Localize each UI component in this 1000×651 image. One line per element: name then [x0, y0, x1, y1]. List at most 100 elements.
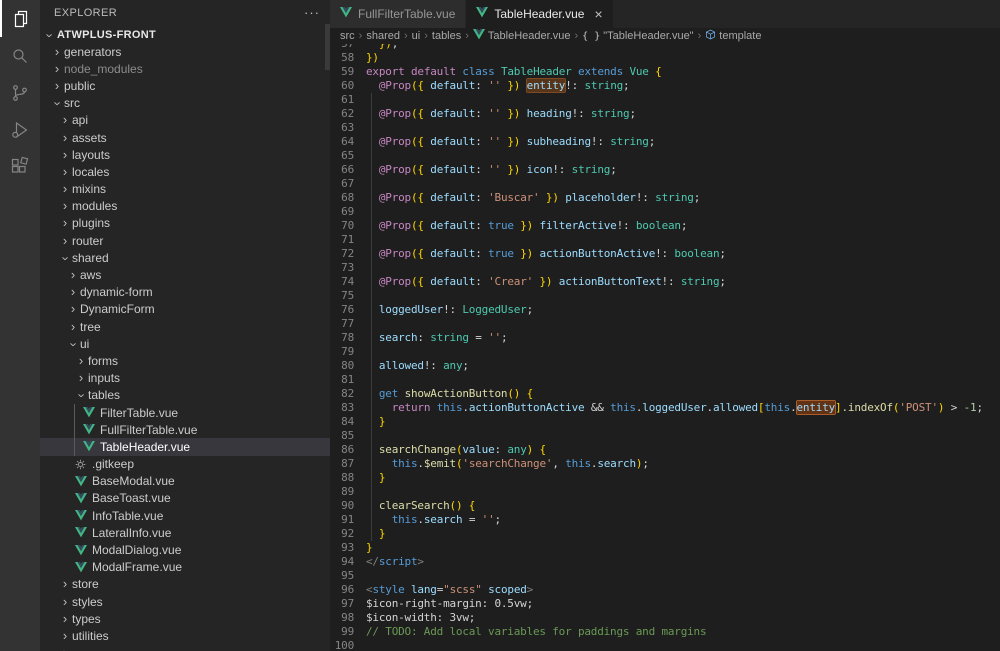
- code-line-83[interactable]: 83 return this.actionButtonActive && thi…: [330, 401, 1000, 415]
- explorer-icon[interactable]: [0, 0, 40, 37]
- code-line-64[interactable]: 64 @Prop({ default: '' }) subheading!: s…: [330, 135, 1000, 149]
- code-line-92[interactable]: 92 }: [330, 527, 1000, 541]
- tree-item-LateralInfo.vue[interactable]: LateralInfo.vue: [40, 524, 330, 541]
- workspace-root[interactable]: › ATWPLUS-FRONT: [40, 26, 330, 44]
- tree-item-tree[interactable]: ›tree: [40, 318, 330, 335]
- tree-item-.gitkeep[interactable]: .gitkeep: [40, 456, 330, 473]
- tree-item-InfoTable.vue[interactable]: InfoTable.vue: [40, 507, 330, 524]
- code-line-82[interactable]: 82 get showActionButton() {: [330, 387, 1000, 401]
- code-line-65[interactable]: 65: [330, 149, 1000, 163]
- breadcrumb-item-src[interactable]: src: [340, 30, 355, 42]
- tree-item-shared[interactable]: ›shared: [40, 249, 330, 266]
- close-icon[interactable]: ×: [594, 8, 602, 20]
- tree-item-dynamic-form[interactable]: ›dynamic-form: [40, 284, 330, 301]
- tree-item-BaseToast.vue[interactable]: BaseToast.vue: [40, 490, 330, 507]
- code-line-75[interactable]: 75: [330, 289, 1000, 303]
- code-line-95[interactable]: 95: [330, 569, 1000, 583]
- tree-item-styles[interactable]: ›styles: [40, 593, 330, 610]
- tab-FullFilterTable.vue[interactable]: FullFilterTable.vue: [330, 0, 466, 28]
- code-line-96[interactable]: 96<style lang="scss" scoped>: [330, 583, 1000, 597]
- tree-item-api[interactable]: ›api: [40, 112, 330, 129]
- code-line-78[interactable]: 78 search: string = '';: [330, 331, 1000, 345]
- breadcrumb-item-tables[interactable]: tables: [432, 30, 461, 42]
- tree-item-ModalFrame.vue[interactable]: ModalFrame.vue: [40, 559, 330, 576]
- tree-item-label: types: [71, 612, 101, 626]
- tree-item-plugins[interactable]: ›plugins: [40, 215, 330, 232]
- breadcrumb-item-template[interactable]: template: [705, 29, 761, 43]
- tree-item-ui[interactable]: ›ui: [40, 335, 330, 352]
- code-line-86[interactable]: 86 searchChange(value: any) {: [330, 443, 1000, 457]
- tree-item-locales[interactable]: ›locales: [40, 163, 330, 180]
- tree-item-clipped[interactable]: ›: [40, 645, 330, 651]
- code-line-84[interactable]: 84 }: [330, 415, 1000, 429]
- code-line-57[interactable]: 57 });: [330, 44, 1000, 51]
- code-line-70[interactable]: 70 @Prop({ default: true }) filterActive…: [330, 219, 1000, 233]
- code-line-87[interactable]: 87 this.$emit('searchChange', this.searc…: [330, 457, 1000, 471]
- extensions-icon[interactable]: [0, 148, 40, 185]
- tree-item-tables[interactable]: ›tables: [40, 387, 330, 404]
- code-line-74[interactable]: 74 @Prop({ default: 'Crear' }) actionBut…: [330, 275, 1000, 289]
- code-line-76[interactable]: 76 loggedUser!: LoggedUser;: [330, 303, 1000, 317]
- code-line-67[interactable]: 67: [330, 177, 1000, 191]
- code-line-98[interactable]: 98$icon-width: 3vw;: [330, 611, 1000, 625]
- code-line-71[interactable]: 71: [330, 233, 1000, 247]
- code-line-88[interactable]: 88 }: [330, 471, 1000, 485]
- code-line-69[interactable]: 69: [330, 205, 1000, 219]
- tree-item-BaseModal.vue[interactable]: BaseModal.vue: [40, 473, 330, 490]
- tree-item-mixins[interactable]: ›mixins: [40, 181, 330, 198]
- code-line-63[interactable]: 63: [330, 121, 1000, 135]
- more-actions-icon[interactable]: ···: [304, 9, 320, 17]
- code-line-100[interactable]: 100: [330, 639, 1000, 651]
- tree-item-forms[interactable]: ›forms: [40, 352, 330, 369]
- search-icon[interactable]: [0, 37, 40, 74]
- tree-item-FilterTable.vue[interactable]: FilterTable.vue: [40, 404, 330, 421]
- tree-item-types[interactable]: ›types: [40, 610, 330, 627]
- breadcrumb-item-shared[interactable]: shared: [366, 30, 400, 42]
- tree-item-src[interactable]: ›src: [40, 95, 330, 112]
- breadcrumb-item-TableHeader.vue[interactable]: TableHeader.vue: [473, 29, 571, 43]
- code-line-68[interactable]: 68 @Prop({ default: 'Buscar' }) placehol…: [330, 191, 1000, 205]
- tree-item-public[interactable]: ›public: [40, 77, 330, 94]
- code-line-73[interactable]: 73: [330, 261, 1000, 275]
- code-line-66[interactable]: 66 @Prop({ default: '' }) icon!: string;: [330, 163, 1000, 177]
- code-line-99[interactable]: 99// TODO: Add local variables for paddi…: [330, 625, 1000, 639]
- code-line-80[interactable]: 80 allowed!: any;: [330, 359, 1000, 373]
- tree-item-assets[interactable]: ›assets: [40, 129, 330, 146]
- code-line-72[interactable]: 72 @Prop({ default: true }) actionButton…: [330, 247, 1000, 261]
- code-line-79[interactable]: 79: [330, 345, 1000, 359]
- code-line-89[interactable]: 89: [330, 485, 1000, 499]
- code-line-59[interactable]: 59export default class TableHeader exten…: [330, 65, 1000, 79]
- tab-TableHeader.vue[interactable]: TableHeader.vue×: [466, 0, 613, 28]
- code-line-60[interactable]: 60 @Prop({ default: '' }) entity!: strin…: [330, 79, 1000, 93]
- tree-item-modules[interactable]: ›modules: [40, 198, 330, 215]
- tree-item-FullFilterTable.vue[interactable]: FullFilterTable.vue: [40, 421, 330, 438]
- code-line-90[interactable]: 90 clearSearch() {: [330, 499, 1000, 513]
- tree-item-layouts[interactable]: ›layouts: [40, 146, 330, 163]
- code-line-81[interactable]: 81: [330, 373, 1000, 387]
- source-control-icon[interactable]: [0, 74, 40, 111]
- code-line-93[interactable]: 93}: [330, 541, 1000, 555]
- chevron-down-icon: ›: [77, 390, 87, 402]
- tree-item-TableHeader.vue[interactable]: TableHeader.vue: [40, 438, 330, 455]
- tree-item-aws[interactable]: ›aws: [40, 266, 330, 283]
- tree-item-ModalDialog.vue[interactable]: ModalDialog.vue: [40, 541, 330, 558]
- tree-item-generators[interactable]: ›generators: [40, 43, 330, 60]
- tree-item-router[interactable]: ›router: [40, 232, 330, 249]
- code-line-58[interactable]: 58}): [330, 51, 1000, 65]
- tree-item-DynamicForm[interactable]: ›DynamicForm: [40, 301, 330, 318]
- code-line-62[interactable]: 62 @Prop({ default: '' }) heading!: stri…: [330, 107, 1000, 121]
- run-debug-icon[interactable]: [0, 111, 40, 148]
- editor[interactable]: 57 });58})59export default class TableHe…: [330, 44, 1000, 651]
- code-line-97[interactable]: 97$icon-right-margin: 0.5vw;: [330, 597, 1000, 611]
- breadcrumb-item-TableHeader.vue[interactable]: { }"TableHeader.vue": [582, 30, 693, 42]
- breadcrumb-item-ui[interactable]: ui: [412, 30, 421, 42]
- code-line-94[interactable]: 94</script>: [330, 555, 1000, 569]
- code-line-61[interactable]: 61: [330, 93, 1000, 107]
- tree-item-node_modules[interactable]: ›node_modules: [40, 60, 330, 77]
- tree-item-inputs[interactable]: ›inputs: [40, 370, 330, 387]
- code-line-85[interactable]: 85: [330, 429, 1000, 443]
- tree-item-store[interactable]: ›store: [40, 576, 330, 593]
- tree-item-utilities[interactable]: ›utilities: [40, 627, 330, 644]
- code-line-91[interactable]: 91 this.search = '';: [330, 513, 1000, 527]
- code-line-77[interactable]: 77: [330, 317, 1000, 331]
